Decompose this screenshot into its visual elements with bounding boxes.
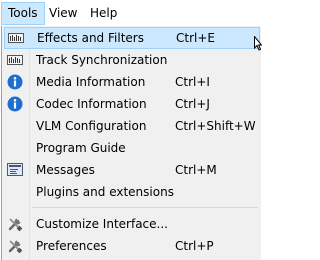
menu-item-track-synchronization[interactable]: Track Synchronization bbox=[4, 49, 260, 71]
tools-icon bbox=[7, 216, 23, 232]
menu-item-label: Track Synchronization bbox=[36, 53, 168, 67]
menu-item-shortcut: Ctrl+P bbox=[175, 239, 214, 253]
tools-dropdown-menu: Effects and Filters Ctrl+E Track Synchro… bbox=[1, 26, 261, 260]
menu-item-shortcut: Ctrl+M bbox=[175, 163, 217, 177]
menu-item-label: Effects and Filters bbox=[37, 31, 144, 45]
messages-icon bbox=[7, 162, 23, 178]
menu-item-plugins-and-extensions[interactable]: Plugins and extensions bbox=[4, 181, 260, 203]
menu-item-shortcut: Ctrl+I bbox=[175, 75, 210, 89]
menu-item-label: Messages bbox=[36, 163, 95, 177]
menu-item-label: Codec Information bbox=[36, 97, 147, 111]
menu-item-preferences[interactable]: Preferences Ctrl+P bbox=[4, 235, 260, 257]
tools-icon bbox=[7, 238, 23, 254]
menu-item-label: Customize Interface... bbox=[36, 217, 168, 231]
mouse-cursor-icon bbox=[254, 36, 262, 51]
menu-item-shortcut: Ctrl+J bbox=[175, 97, 210, 111]
menu-help[interactable]: Help bbox=[84, 2, 123, 25]
equalizer-icon bbox=[8, 30, 24, 46]
menu-item-label: Preferences bbox=[36, 239, 107, 253]
menu-tools[interactable]: Tools bbox=[1, 2, 45, 25]
menu-item-messages[interactable]: Messages Ctrl+M bbox=[4, 159, 260, 181]
menu-item-shortcut: Ctrl+Shift+W bbox=[175, 119, 256, 133]
menu-item-label: Program Guide bbox=[36, 141, 126, 155]
menu-item-media-information[interactable]: Media Information Ctrl+I bbox=[4, 71, 260, 93]
equalizer-icon bbox=[7, 52, 23, 68]
menu-bar: Tools View Help bbox=[0, 0, 261, 26]
menu-item-vlm-configuration[interactable]: VLM Configuration Ctrl+Shift+W bbox=[4, 115, 260, 137]
info-icon bbox=[7, 96, 23, 112]
menu-item-customize-interface[interactable]: Customize Interface... bbox=[4, 213, 260, 235]
menu-item-codec-information[interactable]: Codec Information Ctrl+J bbox=[4, 93, 260, 115]
info-icon bbox=[7, 74, 23, 90]
menu-item-label: VLM Configuration bbox=[36, 119, 147, 133]
menu-item-effects-and-filters[interactable]: Effects and Filters Ctrl+E bbox=[4, 27, 260, 49]
menu-item-label: Plugins and extensions bbox=[36, 185, 174, 199]
menu-item-label: Media Information bbox=[36, 75, 146, 89]
menu-view[interactable]: View bbox=[43, 2, 83, 25]
menu-item-program-guide[interactable]: Program Guide bbox=[4, 137, 260, 159]
menu-item-shortcut: Ctrl+E bbox=[176, 31, 215, 45]
menu-separator bbox=[32, 207, 258, 208]
